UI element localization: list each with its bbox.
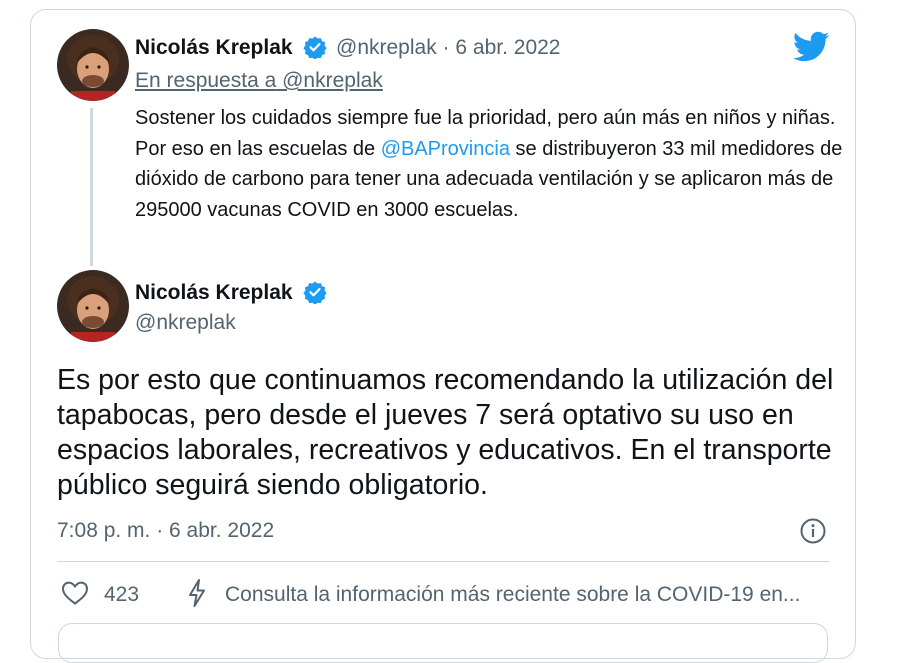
info-icon[interactable] <box>799 517 827 545</box>
author-name[interactable]: Nicolás Kreplak <box>135 36 293 60</box>
reply-label: En respuesta a <box>135 69 277 92</box>
author-handle[interactable]: @nkreplak <box>135 311 236 335</box>
tweet-meta: @nkreplak · 6 abr. 2022 <box>336 36 560 60</box>
verified-badge-icon <box>303 36 327 59</box>
author-name[interactable]: Nicolás Kreplak <box>135 281 293 305</box>
avatar[interactable] <box>57 270 129 342</box>
avatar-photo <box>57 29 129 101</box>
divider <box>57 561 829 562</box>
meta-separator: · <box>442 36 450 59</box>
avatar[interactable] <box>57 29 129 101</box>
reply-prompt-box[interactable] <box>58 623 828 663</box>
like-count[interactable]: 423 <box>104 583 139 607</box>
reply-to[interactable]: En respuesta a @nkreplak <box>135 69 383 93</box>
twitter-bird-icon[interactable] <box>793 31 830 63</box>
covid-info-link[interactable]: Consulta la información más reciente sob… <box>225 583 800 607</box>
reply-handle[interactable]: @nkreplak <box>282 69 383 92</box>
avatar-photo <box>57 270 129 342</box>
main-tweet-text: Es por esto que continuamos recomendando… <box>57 364 834 501</box>
tweet-date[interactable]: 6 abr. 2022 <box>455 36 560 59</box>
thread-line <box>90 108 93 266</box>
mention-link[interactable]: @BAProvincia <box>381 138 510 160</box>
verified-badge-icon <box>303 281 327 304</box>
heart-icon[interactable] <box>61 580 89 606</box>
parent-tweet-text: Sostener los cuidados siempre fue la pri… <box>135 103 845 225</box>
tweet-timestamp[interactable]: 7:08 p. m. · 6 abr. 2022 <box>57 519 274 543</box>
author-handle[interactable]: @nkreplak <box>336 36 437 59</box>
bolt-icon <box>189 579 205 607</box>
